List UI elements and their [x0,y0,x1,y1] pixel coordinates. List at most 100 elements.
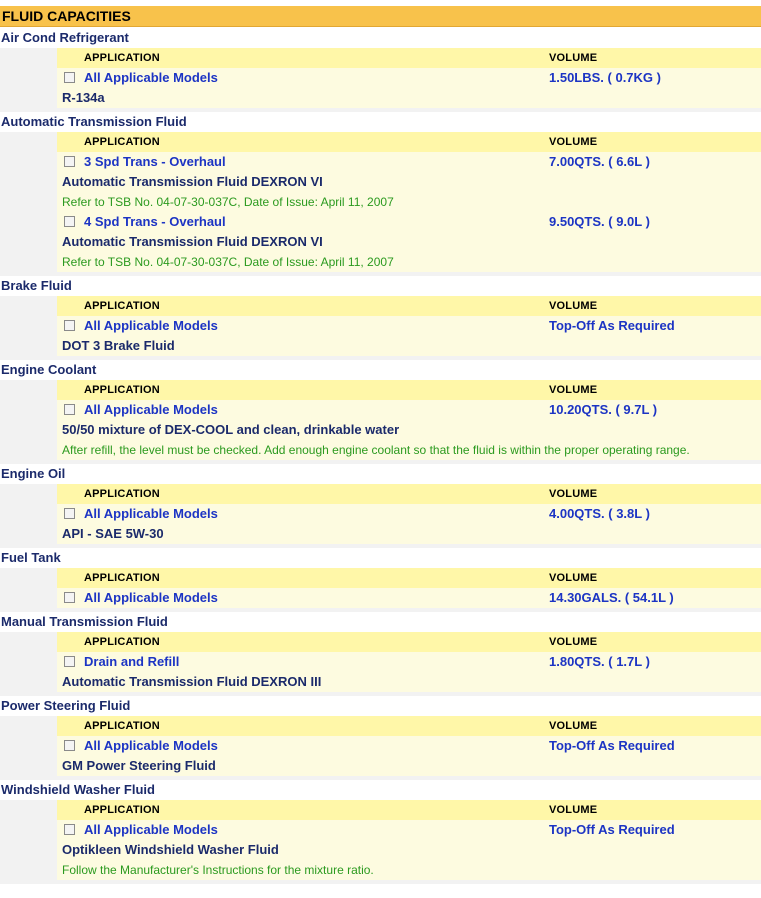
application-link[interactable]: All Applicable Models [84,822,218,837]
volume-value: Top-Off As Required [549,738,675,753]
note-row: Refer to TSB No. 04-07-30-037C, Date of … [57,192,761,212]
fluid-spec: Automatic Transmission Fluid DEXRON VI [62,234,323,249]
fluid-spec: API - SAE 5W-30 [62,526,164,541]
section-title: Fuel Tank [1,550,61,565]
volume-value: 14.30GALS. ( 54.1L ) [549,590,674,605]
volume-column-header: VOLUME [549,136,598,148]
checkbox[interactable] [64,656,75,667]
note-text: Refer to TSB No. 04-07-30-037C, Date of … [62,195,394,209]
page-title: FLUID CAPACITIES [2,8,131,24]
application-column-header: APPLICATION [84,804,160,816]
volume-value: 9.50QTS. ( 9.0L ) [549,214,650,229]
note-row: Follow the Manufacturer's Instructions f… [57,860,761,880]
application-column-header: APPLICATION [84,488,160,500]
checkbox[interactable] [64,156,75,167]
section-title: Air Cond Refrigerant [1,30,129,45]
volume-column-header: VOLUME [549,720,598,732]
section-title: Power Steering Fluid [1,698,131,713]
volume-column-header: VOLUME [549,52,598,64]
application-link[interactable]: All Applicable Models [84,590,218,605]
volume-column-header: VOLUME [549,384,598,396]
checkbox[interactable] [64,508,75,519]
fluid-spec-row: Automatic Transmission Fluid DEXRON VI [57,232,761,252]
table-header-row: APPLICATION VOLUME [57,484,761,504]
note-text: Follow the Manufacturer's Instructions f… [62,863,374,877]
application-column-header: APPLICATION [84,572,160,584]
application-link[interactable]: 3 Spd Trans - Overhaul [84,154,226,169]
fluid-spec: GM Power Steering Fluid [62,758,216,773]
volume-value: 1.50LBS. ( 0.7KG ) [549,70,661,85]
checkbox[interactable] [64,592,75,603]
application-column-header: APPLICATION [84,136,160,148]
fluid-spec-row: Optikleen Windshield Washer Fluid [57,840,761,860]
volume-column-header: VOLUME [549,488,598,500]
volume-value: Top-Off As Required [549,822,675,837]
section-title: Windshield Washer Fluid [1,782,155,797]
fluid-spec: R-134a [62,90,105,105]
volume-value: 7.00QTS. ( 6.6L ) [549,154,650,169]
fluid-spec-row: API - SAE 5W-30 [57,524,761,544]
table-header-row: APPLICATION VOLUME [57,132,761,152]
table-row: All Applicable Models Top-Off As Required [57,820,761,840]
application-column-header: APPLICATION [84,720,160,732]
fluid-spec-row: Automatic Transmission Fluid DEXRON III [57,672,761,692]
fluid-spec-row: R-134a [57,88,761,108]
application-column-header: APPLICATION [84,384,160,396]
checkbox[interactable] [64,824,75,835]
table-header-row: APPLICATION VOLUME [57,296,761,316]
application-column-header: APPLICATION [84,636,160,648]
table-row: All Applicable Models 10.20QTS. ( 9.7L ) [57,400,761,420]
checkbox[interactable] [64,72,75,83]
section-title: Engine Coolant [1,362,97,377]
volume-value: 4.00QTS. ( 3.8L ) [549,506,650,521]
note-row: After refill, the level must be checked.… [57,440,761,460]
table-row: 3 Spd Trans - Overhaul 7.00QTS. ( 6.6L ) [57,152,761,172]
table-row: All Applicable Models Top-Off As Required [57,736,761,756]
fluid-spec: 50/50 mixture of DEX-COOL and clean, dri… [62,422,400,437]
section-title: Automatic Transmission Fluid [1,114,187,129]
table-header-row: APPLICATION VOLUME [57,800,761,820]
application-link[interactable]: 4 Spd Trans - Overhaul [84,214,226,229]
table-header-row: APPLICATION VOLUME [57,716,761,736]
application-column-header: APPLICATION [84,300,160,312]
volume-column-header: VOLUME [549,572,598,584]
volume-value: Top-Off As Required [549,318,675,333]
table-row: 4 Spd Trans - Overhaul 9.50QTS. ( 9.0L ) [57,212,761,232]
checkbox[interactable] [64,320,75,331]
checkbox[interactable] [64,740,75,751]
application-link[interactable]: All Applicable Models [84,318,218,333]
volume-column-header: VOLUME [549,804,598,816]
fluid-spec-row: Automatic Transmission Fluid DEXRON VI [57,172,761,192]
note-text: Refer to TSB No. 04-07-30-037C, Date of … [62,255,394,269]
note-text: After refill, the level must be checked.… [62,443,690,457]
table-row: All Applicable Models Top-Off As Required [57,316,761,336]
fluid-spec-row: GM Power Steering Fluid [57,756,761,776]
checkbox[interactable] [64,216,75,227]
fluid-spec-row: DOT 3 Brake Fluid [57,336,761,356]
application-link[interactable]: All Applicable Models [84,506,218,521]
section-title: Brake Fluid [1,278,72,293]
table-header-row: APPLICATION VOLUME [57,380,761,400]
note-row: Refer to TSB No. 04-07-30-037C, Date of … [57,252,761,272]
table-header-row: APPLICATION VOLUME [57,48,761,68]
checkbox[interactable] [64,404,75,415]
volume-value: 10.20QTS. ( 9.7L ) [549,402,658,417]
application-column-header: APPLICATION [84,52,160,64]
volume-column-header: VOLUME [549,300,598,312]
page-header: FLUID CAPACITIES [0,6,761,27]
table-row: All Applicable Models 14.30GALS. ( 54.1L … [57,588,761,608]
volume-column-header: VOLUME [549,636,598,648]
application-link[interactable]: Drain and Refill [84,654,179,669]
section-title: Engine Oil [1,466,66,481]
table-row: All Applicable Models 4.00QTS. ( 3.8L ) [57,504,761,524]
fluid-spec: Automatic Transmission Fluid DEXRON VI [62,174,323,189]
table-row: All Applicable Models 1.50LBS. ( 0.7KG ) [57,68,761,88]
table-row: Drain and Refill 1.80QTS. ( 1.7L ) [57,652,761,672]
section-title: Manual Transmission Fluid [1,614,168,629]
table-header-row: APPLICATION VOLUME [57,568,761,588]
fluid-spec-row: 50/50 mixture of DEX-COOL and clean, dri… [57,420,761,440]
fluid-spec: DOT 3 Brake Fluid [62,338,175,353]
application-link[interactable]: All Applicable Models [84,402,218,417]
application-link[interactable]: All Applicable Models [84,738,218,753]
application-link[interactable]: All Applicable Models [84,70,218,85]
